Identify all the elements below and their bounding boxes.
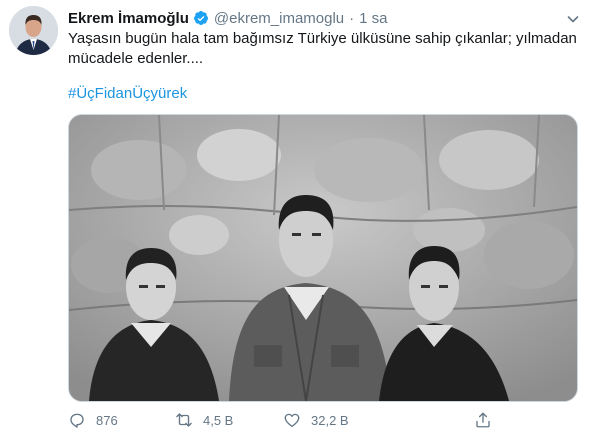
author-handle[interactable]: @ekrem_imamoglu bbox=[214, 10, 344, 27]
like-count: 32,2 B bbox=[311, 412, 349, 428]
reply-count: 876 bbox=[96, 412, 118, 428]
separator-dot: · bbox=[349, 9, 355, 27]
chevron-down-icon[interactable] bbox=[565, 11, 581, 27]
retweet-icon bbox=[176, 413, 192, 427]
tweet-text: Yaşasın bugün hala tam bağımsız Türkiye … bbox=[68, 30, 577, 67]
like-button[interactable]: 32,2 B bbox=[283, 408, 349, 432]
retweet-button[interactable]: 4,5 B bbox=[175, 408, 233, 432]
avatar-image bbox=[9, 6, 58, 55]
black-and-white-photo bbox=[69, 115, 577, 401]
tweet-timestamp[interactable]: 1 sa bbox=[359, 10, 387, 27]
hashtag-link[interactable]: #ÜçFidanÜçyürek bbox=[68, 84, 187, 104]
tweet-photo[interactable] bbox=[68, 114, 578, 402]
reply-icon bbox=[70, 413, 84, 428]
tweet-actions: 876 4,5 B 32,2 B bbox=[68, 408, 498, 432]
share-icon bbox=[476, 412, 490, 428]
like-icon bbox=[284, 413, 300, 428]
reply-button[interactable]: 876 bbox=[68, 408, 118, 432]
tweet-header: Ekrem İmamoğlu @ekrem_imamoglu · 1 sa bbox=[68, 8, 579, 28]
share-button[interactable] bbox=[474, 408, 492, 432]
author-avatar[interactable] bbox=[9, 6, 58, 55]
author-name[interactable]: Ekrem İmamoğlu bbox=[68, 10, 189, 27]
retweet-count: 4,5 B bbox=[203, 412, 234, 428]
verified-badge-icon bbox=[193, 10, 209, 26]
